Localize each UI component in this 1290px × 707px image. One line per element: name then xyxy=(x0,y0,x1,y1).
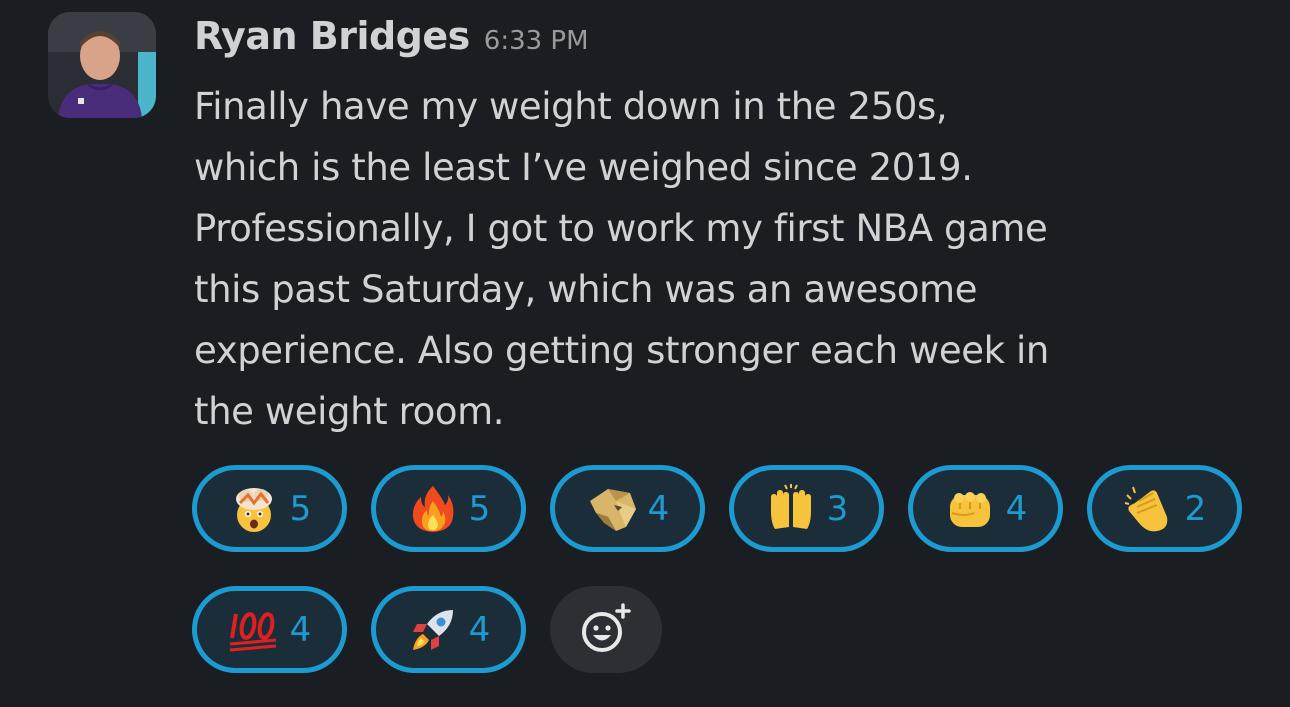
message-line: which is the least I’ve weighed since 20… xyxy=(194,146,973,189)
message-line: the weight room. xyxy=(194,390,505,433)
reaction-fire[interactable]: 5 xyxy=(371,465,526,552)
add-emoji-reaction-icon xyxy=(582,602,631,652)
reaction-clapping-hands[interactable]: 2 xyxy=(1087,465,1242,552)
fire-icon xyxy=(407,483,459,535)
rocket-icon xyxy=(407,604,459,656)
message-line: Finally have my weight down in the 250s, xyxy=(194,85,948,128)
hundred-points-icon xyxy=(228,604,280,656)
reaction-raised-hands[interactable]: 3 xyxy=(729,465,884,552)
message-line: Professionally, I got to work my first N… xyxy=(194,207,1048,250)
reaction-count: 4 xyxy=(1005,488,1028,529)
gold-lion-logo-icon xyxy=(586,483,638,535)
reaction-count: 2 xyxy=(1184,488,1207,529)
message-line: experience. Also getting stronger each w… xyxy=(194,329,1049,372)
reaction-count: 5 xyxy=(468,488,491,529)
reaction-oncoming-fist[interactable]: 4 xyxy=(908,465,1063,552)
reaction-count: 4 xyxy=(647,488,670,529)
reaction-count: 5 xyxy=(289,488,312,529)
author-name[interactable]: Ryan Bridges xyxy=(194,14,470,58)
clapping-hands-icon xyxy=(1123,483,1175,535)
add-reaction-button[interactable] xyxy=(550,586,662,673)
reactions-bar: 5 5 4 3 4 2 4 4 xyxy=(192,465,1282,707)
message-line: this past Saturday, which was an awesome xyxy=(194,268,978,311)
reaction-count: 4 xyxy=(289,609,312,650)
user-avatar[interactable] xyxy=(48,12,156,118)
oncoming-fist-icon xyxy=(944,483,996,535)
reaction-count: 4 xyxy=(468,609,491,650)
exploding-head-icon xyxy=(228,483,280,535)
avatar-photo-icon xyxy=(48,12,156,118)
raised-hands-icon xyxy=(765,483,817,535)
timestamp[interactable]: 6:33 PM xyxy=(484,26,589,56)
reaction-count: 3 xyxy=(826,488,849,529)
reaction-rocket[interactable]: 4 xyxy=(371,586,526,673)
reaction-exploding-head[interactable]: 5 xyxy=(192,465,347,552)
reactions-row: 5 5 4 3 4 2 xyxy=(192,465,1282,552)
reaction-hundred-points[interactable]: 4 xyxy=(192,586,347,673)
reaction-gold-lion-logo[interactable]: 4 xyxy=(550,465,705,552)
message-header: Ryan Bridges 6:33 PM xyxy=(194,14,589,74)
message: Ryan Bridges 6:33 PM Finally have my wei… xyxy=(0,0,1290,692)
message-body: Finally have my weight down in the 250s,… xyxy=(194,76,1274,442)
reactions-row: 4 4 xyxy=(192,586,1282,673)
